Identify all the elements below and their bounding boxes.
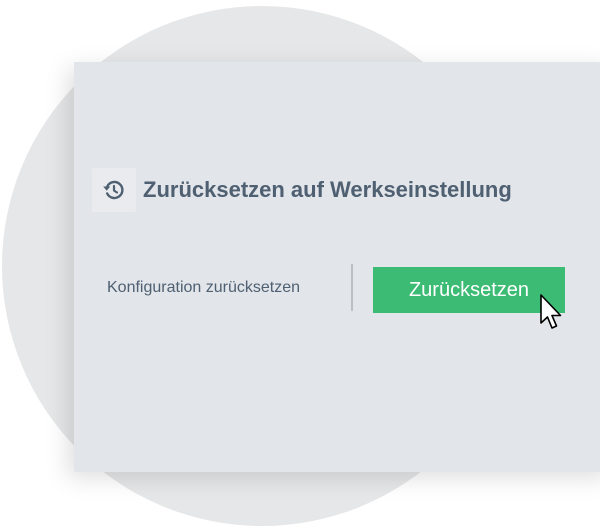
settings-panel: Zurücksetzen auf Werkseinstellung Konfig… bbox=[74, 62, 600, 472]
reset-button[interactable]: Zurücksetzen bbox=[373, 267, 565, 313]
reset-label: Konfiguration zurücksetzen bbox=[107, 279, 300, 296]
mouse-pointer-icon bbox=[540, 294, 562, 329]
divider bbox=[351, 264, 353, 311]
section-title: Zurücksetzen auf Werkseinstellung bbox=[143, 177, 512, 202]
reset-row: Konfiguration zurücksetzen Zurücksetzen bbox=[74, 262, 600, 313]
section-header: Zurücksetzen auf Werkseinstellung bbox=[92, 168, 512, 212]
reset-icon bbox=[92, 168, 136, 212]
stage: Zurücksetzen auf Werkseinstellung Konfig… bbox=[0, 0, 600, 526]
